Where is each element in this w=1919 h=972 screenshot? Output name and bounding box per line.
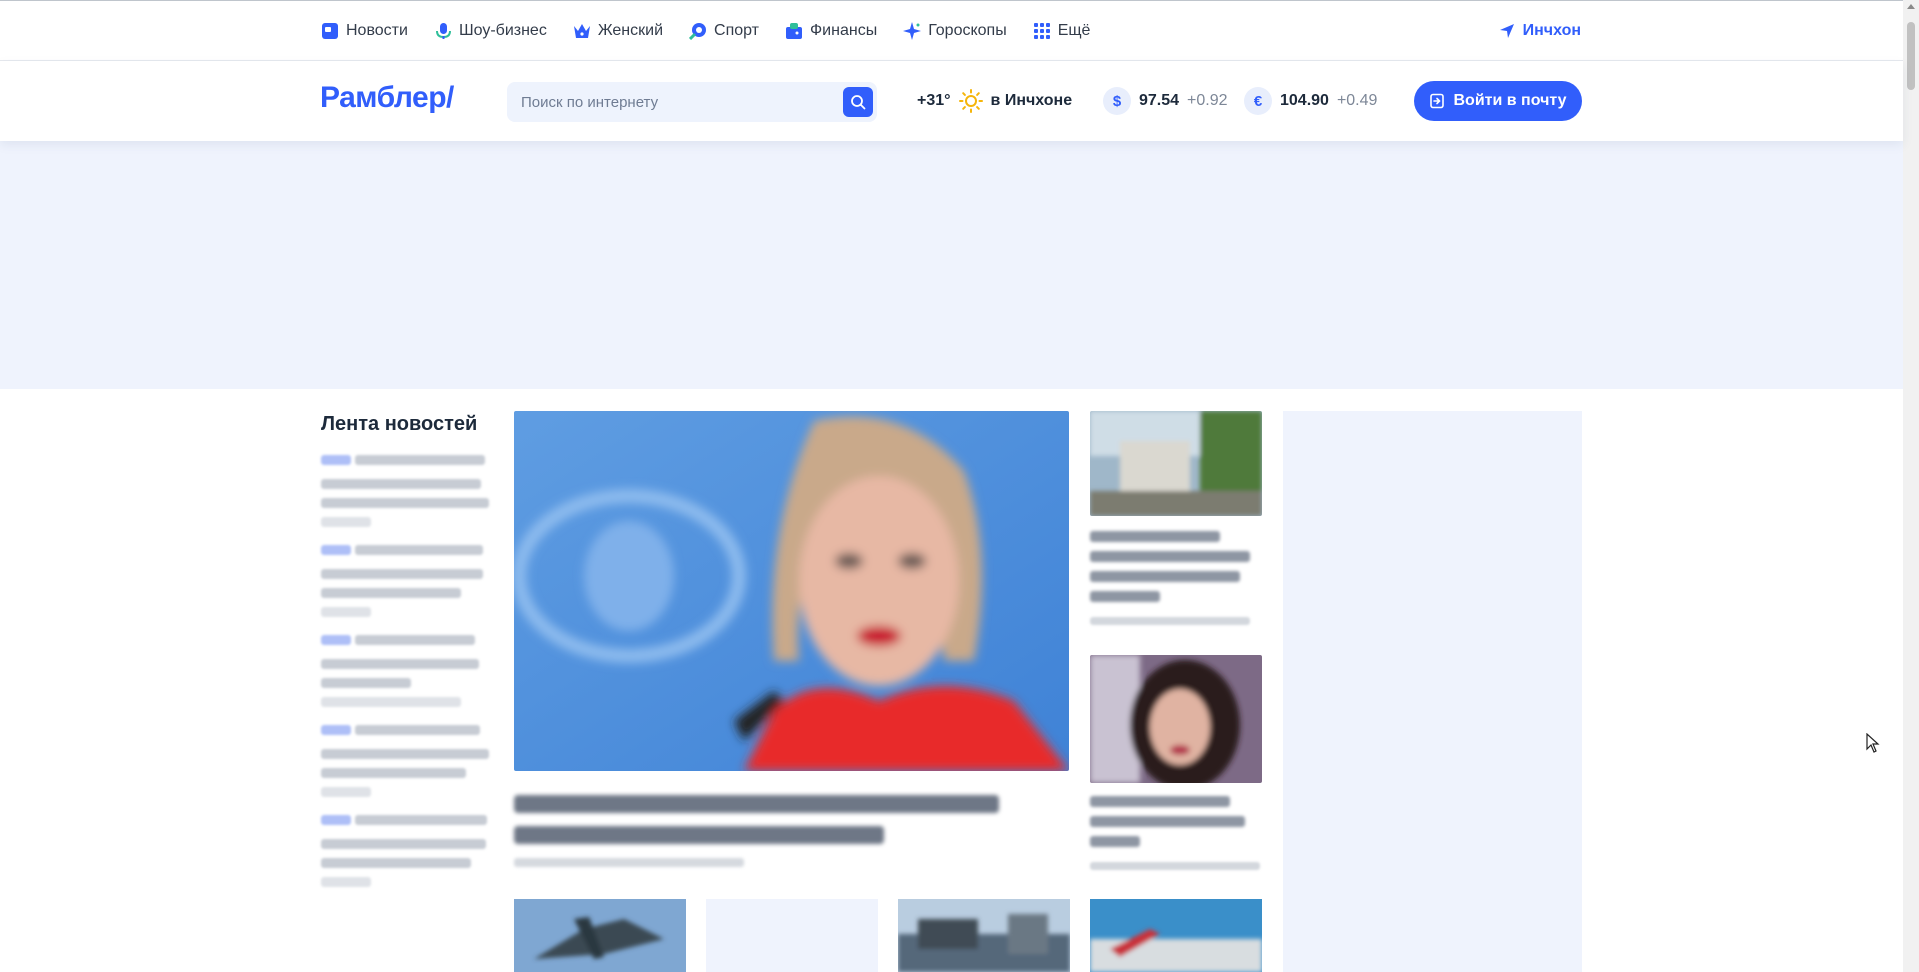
microphone-icon [434, 22, 452, 40]
wallet-icon [785, 22, 803, 40]
project-links: Новости Шоу-бизнес Женский Спорт Финансы [321, 1, 1090, 61]
right-ad-slot [1283, 411, 1582, 972]
side-story-image[interactable] [1090, 655, 1262, 783]
eur-rate[interactable]: € 104.90 +0.49 [1244, 61, 1377, 141]
search-input[interactable] [507, 82, 837, 122]
eur-value: 104.90 [1280, 92, 1329, 109]
news-card-placeholder [706, 899, 878, 972]
dollar-icon: $ [1103, 87, 1131, 115]
ad-banner [0, 141, 1903, 389]
main-story-title-line[interactable] [514, 826, 884, 844]
star-icon [903, 22, 922, 40]
usd-value: 97.54 [1139, 92, 1180, 109]
news-icon [321, 22, 339, 40]
main-story-image[interactable] [514, 411, 1069, 771]
side-story-meta [1090, 617, 1250, 625]
search-icon [851, 95, 866, 110]
top-navigation: Новости Шоу-бизнес Женский Спорт Финансы [0, 0, 1903, 61]
crown-icon [573, 22, 591, 40]
news-feed [321, 455, 493, 905]
side-story-title-line[interactable] [1090, 836, 1140, 847]
main-story-title-line[interactable] [514, 795, 999, 813]
feed-item[interactable] [321, 545, 493, 617]
side-story-title-line[interactable] [1090, 591, 1160, 602]
news-feed-title: Лента новостей [321, 413, 478, 435]
weather-city: в Инчхоне [990, 92, 1073, 109]
nav-item-showbiz[interactable]: Шоу-бизнес [434, 22, 547, 40]
search-button[interactable] [843, 87, 873, 117]
side-story-title-line[interactable] [1090, 796, 1230, 807]
weather-temperature: +31° [917, 92, 951, 109]
rambler-logo[interactable]: Рамблер/ [320, 81, 454, 115]
side-story-image[interactable] [1090, 411, 1262, 516]
weather-widget[interactable]: +31° в Инчхоне [917, 61, 1072, 141]
side-story-title-line[interactable] [1090, 816, 1245, 827]
login-icon [1430, 93, 1445, 109]
nav-item-label: Новости [346, 22, 408, 39]
nav-item-more[interactable]: Ещё [1033, 22, 1091, 40]
side-story-meta [1090, 862, 1260, 870]
login-label: Войти в почту [1453, 92, 1567, 109]
sport-icon [689, 22, 707, 40]
geo-city: Инчхон [1522, 22, 1581, 39]
nav-item-label: Шоу-бизнес [458, 22, 547, 39]
nav-item-sport[interactable]: Спорт [689, 22, 759, 40]
side-story-title-line[interactable] [1090, 571, 1240, 582]
nav-item-women[interactable]: Женский [573, 22, 663, 40]
nav-item-label: Ещё [1057, 22, 1091, 39]
geo-location-link[interactable]: Инчхон [1499, 1, 1581, 61]
search-box [507, 82, 877, 122]
side-story-title-line[interactable] [1090, 531, 1220, 542]
feed-item[interactable] [321, 815, 493, 887]
side-story-title-line[interactable] [1090, 551, 1250, 562]
eur-change: +0.49 [1336, 92, 1378, 109]
nav-item-label: Финансы [810, 22, 878, 39]
main-story-meta [514, 858, 744, 867]
nav-item-label: Спорт [714, 22, 760, 39]
news-card-image[interactable] [514, 899, 686, 972]
login-mail-button[interactable]: Войти в почту [1414, 81, 1582, 121]
euro-icon: € [1244, 87, 1272, 115]
feed-item[interactable] [321, 635, 493, 707]
usd-change: +0.92 [1187, 92, 1228, 109]
header: Рамблер/ +31° в Инчхоне $ 97.54 +0.92 € … [0, 61, 1903, 141]
sun-icon [958, 89, 983, 113]
nav-item-finance[interactable]: Финансы [785, 22, 877, 40]
news-card-image[interactable] [1090, 899, 1262, 972]
nav-item-label: Женский [597, 22, 664, 39]
nav-item-horoscopes[interactable]: Гороскопы [903, 22, 1007, 40]
location-arrow-icon [1499, 24, 1514, 38]
nav-item-news[interactable]: Новости [321, 22, 408, 40]
nav-item-label: Гороскопы [928, 22, 1007, 39]
mouse-cursor-icon [1866, 733, 1880, 753]
scroll-up-arrow-icon[interactable] [1907, 4, 1915, 9]
news-card-image[interactable] [898, 899, 1070, 972]
page-scrollbar[interactable] [1903, 0, 1919, 972]
feed-item[interactable] [321, 725, 493, 797]
scroll-thumb[interactable] [1907, 22, 1915, 90]
usd-rate[interactable]: $ 97.54 +0.92 [1103, 61, 1228, 141]
grid-icon [1033, 22, 1051, 40]
feed-item[interactable] [321, 455, 493, 527]
